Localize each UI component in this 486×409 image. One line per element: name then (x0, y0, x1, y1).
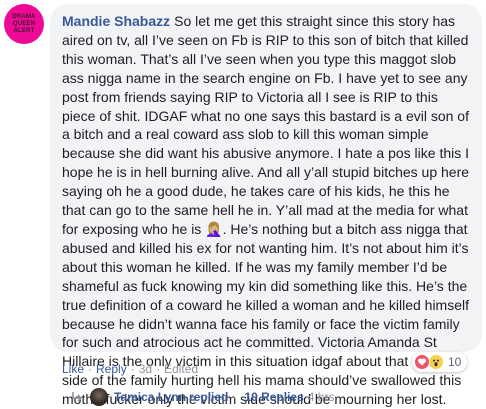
like-link[interactable]: Like (62, 362, 84, 376)
reply-time: 4 hrs (307, 390, 335, 404)
avatar-logo-text: DRAMA QUEEN ALERT (12, 13, 36, 34)
replier-name: Tamica Lynn (114, 390, 187, 404)
reply-link[interactable]: Reply (96, 362, 127, 376)
separator-dot: · (88, 362, 93, 376)
comment-timestamp[interactable]: 3d (139, 362, 152, 376)
comment-author-link[interactable]: Mandie Shabazz (62, 13, 170, 29)
comment-bubble: Mandie Shabazz So let me get this straigh… (50, 4, 482, 407)
view-replies-link[interactable]: Tamica Lynn replied · 10 Replies 4 hrs (70, 388, 334, 406)
comment-actions: Like · Reply · 3d · Edited (62, 362, 198, 376)
replier-avatar (90, 388, 108, 406)
reply-count: 10 Replies (244, 390, 304, 404)
reactions-summary[interactable]: 10 (412, 352, 468, 372)
love-icon (414, 354, 430, 370)
separator-dot: · (130, 362, 135, 376)
wow-icon (428, 354, 444, 370)
commenter-avatar[interactable]: DRAMA QUEEN ALERT (4, 4, 44, 44)
separator-dot: · (232, 390, 237, 404)
reaction-count: 10 (448, 355, 462, 369)
edited-label[interactable]: Edited (164, 362, 198, 376)
reply-arrow-icon (72, 392, 83, 402)
replied-label: replied (189, 390, 229, 404)
comment-text: So let me get this straight since this s… (62, 13, 470, 408)
separator-dot: · (156, 362, 161, 376)
